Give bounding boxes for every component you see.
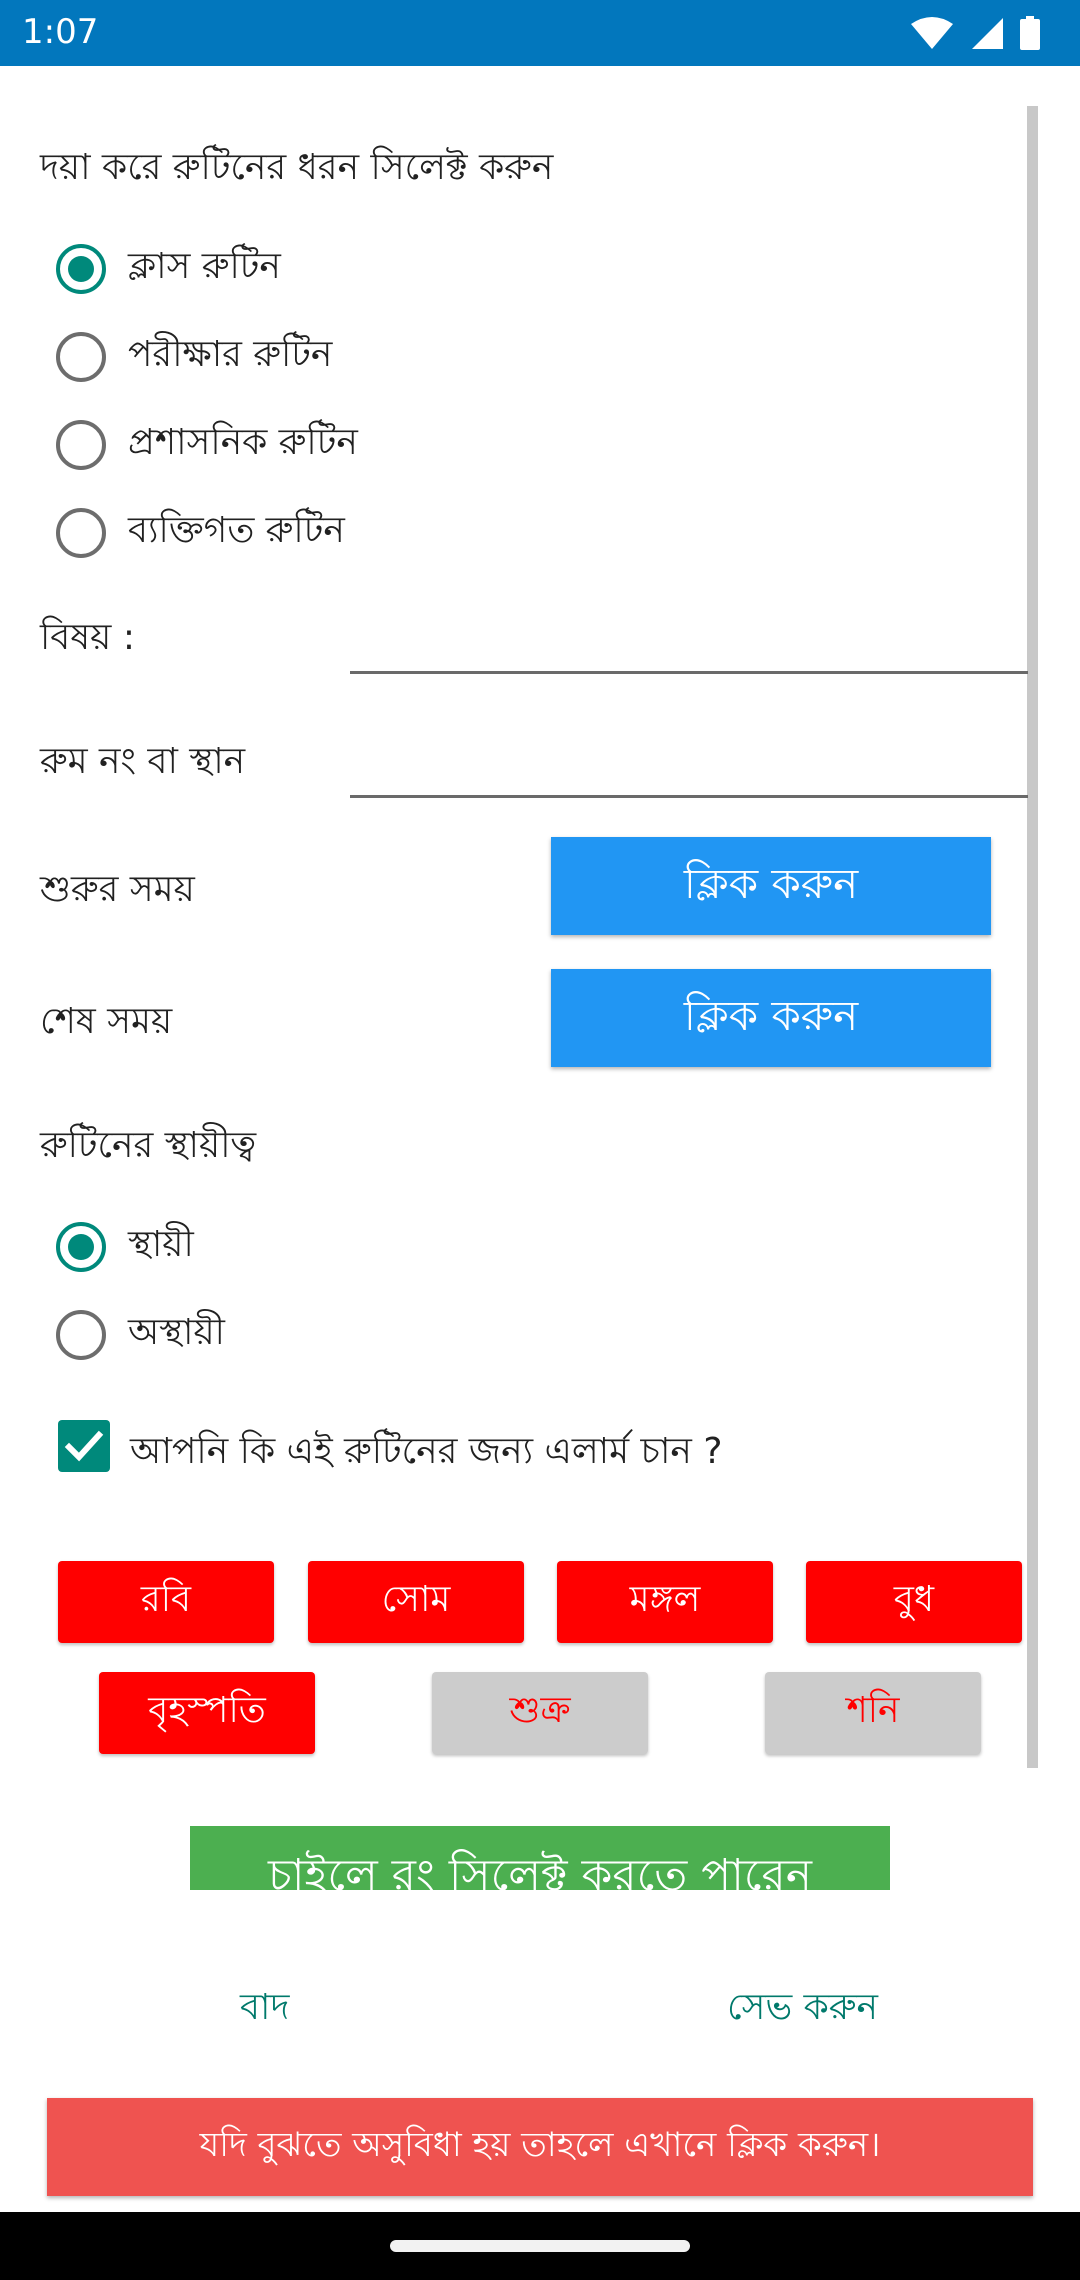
radio-label: ব্যক্তিগত রুটিন bbox=[128, 510, 345, 551]
check-icon bbox=[64, 1430, 104, 1462]
radio-personal-routine[interactable]: ব্যক্তিগত রুটিন bbox=[56, 503, 345, 563]
radio-label: অস্থায়ী bbox=[128, 1312, 225, 1353]
room-label: রুম নং বা স্থান bbox=[40, 741, 246, 782]
radio-admin-routine[interactable]: প্রশাসনিক রুটিন bbox=[56, 415, 358, 475]
permanence-label: রুটিনের স্থায়ীত্ব bbox=[40, 1125, 257, 1166]
radio-button-checked[interactable] bbox=[56, 1222, 106, 1272]
radio-permanent[interactable]: স্থায়ী bbox=[56, 1217, 194, 1277]
radio-label: ক্লাস রুটিন bbox=[128, 246, 281, 287]
start-time-button[interactable]: ক্লিক করুন bbox=[551, 837, 991, 935]
radio-button[interactable] bbox=[56, 508, 106, 558]
day-button-friday[interactable]: শুক্র bbox=[432, 1672, 648, 1754]
radio-class-routine[interactable]: ক্লাস রুটিন bbox=[56, 239, 281, 299]
day-button-thursday[interactable]: বৃহস্পতি bbox=[99, 1672, 315, 1754]
radio-button[interactable] bbox=[56, 1310, 106, 1360]
radio-label: স্থায়ী bbox=[128, 1224, 194, 1265]
signal-icon bbox=[970, 16, 1004, 50]
radio-label: প্রশাসনিক রুটিন bbox=[128, 422, 358, 463]
start-time-label: শুরুর সময় bbox=[40, 869, 195, 910]
save-button[interactable]: সেভ করুন bbox=[727, 1980, 878, 2040]
status-time: 1:07 bbox=[22, 12, 99, 52]
routine-type-prompt: দয়া করে রুটিনের ধরন সিলেক্ট করুন bbox=[40, 147, 554, 188]
alarm-label: আপনি কি এই রুটিনের জন্য এলার্ম চান ? bbox=[130, 1431, 723, 1472]
radio-button-checked[interactable] bbox=[56, 244, 106, 294]
subject-input-underline bbox=[350, 671, 1028, 674]
navigation-bar bbox=[0, 2212, 1080, 2280]
radio-temporary[interactable]: অস্থায়ী bbox=[56, 1305, 225, 1365]
room-input-underline bbox=[350, 795, 1028, 798]
color-select-button[interactable]: চাইলে রং সিলেক্ট করতে পারেন bbox=[190, 1826, 890, 1890]
home-handle[interactable] bbox=[390, 2240, 690, 2252]
wifi-icon bbox=[910, 16, 954, 50]
radio-button[interactable] bbox=[56, 332, 106, 382]
radio-label: পরীক্ষার রুটিন bbox=[128, 334, 333, 375]
day-button-saturday[interactable]: শনি bbox=[765, 1672, 981, 1754]
scrollbar[interactable] bbox=[1027, 106, 1038, 1768]
color-select-label: চাইলে রং সিলেক্ট করতে পারেন bbox=[267, 1850, 813, 1890]
battery-icon bbox=[1020, 16, 1040, 50]
alarm-checkbox[interactable] bbox=[58, 1420, 110, 1472]
day-button-monday[interactable]: সোম bbox=[308, 1561, 524, 1643]
help-button[interactable]: যদি বুঝতে অসুবিধা হয় তাহলে এখানে ক্লিক … bbox=[47, 2098, 1033, 2196]
subject-input[interactable] bbox=[350, 600, 1028, 670]
radio-button[interactable] bbox=[56, 420, 106, 470]
cancel-button[interactable]: বাদ bbox=[240, 1980, 289, 2040]
subject-label: বিষয় : bbox=[40, 617, 135, 658]
day-button-tuesday[interactable]: মঙ্গল bbox=[557, 1561, 773, 1643]
room-input[interactable] bbox=[350, 724, 1028, 794]
status-bar: 1:07 bbox=[0, 0, 1080, 66]
radio-exam-routine[interactable]: পরীক্ষার রুটিন bbox=[56, 327, 332, 387]
day-button-sunday[interactable]: রবি bbox=[58, 1561, 274, 1643]
day-button-wednesday[interactable]: বুধ bbox=[806, 1561, 1022, 1643]
end-time-button[interactable]: ক্লিক করুন bbox=[551, 969, 991, 1067]
end-time-label: শেষ সময় bbox=[40, 1001, 173, 1042]
